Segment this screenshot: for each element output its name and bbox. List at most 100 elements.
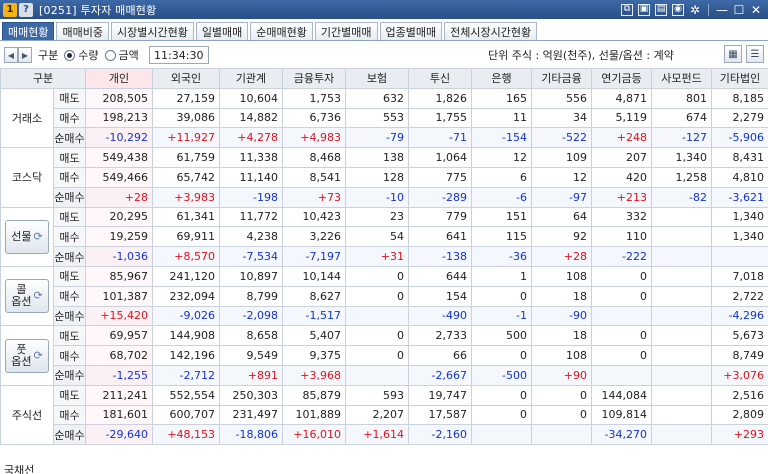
radio-amount[interactable]: 금액 — [104, 47, 139, 63]
group-label-4[interactable]: 풋 옵션 ⟳ — [0, 325, 54, 386]
list-view-icon[interactable]: ☰ — [746, 45, 764, 63]
tab-3[interactable]: 일별매매 — [195, 22, 249, 40]
column-header-9[interactable]: 연기금등 — [591, 68, 652, 89]
column-header-3[interactable]: 기관계 — [219, 68, 283, 89]
table-cell: 181,601 — [85, 404, 153, 426]
column-header-11[interactable]: 기타법인 — [711, 68, 768, 89]
maximize-button[interactable]: ☐ — [733, 4, 745, 16]
group-button-3[interactable]: 콜 옵션 ⟳ — [5, 279, 49, 314]
table-cell: 0 — [345, 345, 409, 366]
time-field[interactable]: 11:34:30 — [148, 46, 209, 64]
radio-amount-dot[interactable] — [104, 49, 116, 61]
table-cell — [345, 305, 409, 327]
table-cell: 8,749 — [711, 345, 768, 366]
row-label-net: 순매수 — [53, 186, 86, 208]
table-cell: 0 — [471, 345, 532, 366]
table-cell: +16,010 — [282, 424, 346, 446]
column-header-2[interactable]: 외국인 — [152, 68, 220, 89]
table-cell: +90 — [531, 364, 592, 386]
tab-2[interactable]: 시장별시간현황 — [110, 22, 194, 40]
column-header-7[interactable]: 은행 — [471, 68, 532, 89]
radio-amount-label: 금액 — [118, 49, 139, 62]
link-icon[interactable]: ⧉ — [621, 3, 633, 16]
next-arrow-button[interactable]: ▶ — [18, 47, 32, 63]
screen-number-badge[interactable]: 1 — [3, 2, 17, 17]
tab-7[interactable]: 전체시장시간현황 — [444, 22, 538, 40]
radio-quantity-dot[interactable] — [64, 49, 76, 61]
tab-6[interactable]: 업종별매매 — [379, 22, 443, 40]
table-cell: 549,438 — [85, 147, 153, 168]
table-cell: -1 — [471, 305, 532, 327]
table-cell: 27,159 — [152, 87, 220, 109]
table-cell — [651, 404, 712, 426]
table-row: 순매수 +28 +3,983 -198 +73 -10 -289 -6 -97 +213 -82 -3… — [1, 186, 768, 208]
copy-icon[interactable]: ▣ — [638, 3, 650, 16]
minimize-button[interactable]: — — [716, 4, 728, 16]
table-cell: 7,018 — [711, 265, 768, 287]
table-cell: 138 — [345, 147, 409, 168]
table-cell: 0 — [471, 404, 532, 426]
table-cell: +213 — [591, 186, 652, 208]
settings-gear-icon[interactable]: ✲ — [689, 4, 701, 16]
column-header-8[interactable]: 기타금융 — [531, 68, 592, 89]
table-cell: -198 — [219, 186, 283, 208]
refresh-icon: ⟳ — [33, 229, 43, 243]
close-button[interactable]: ✕ — [750, 4, 762, 16]
row-label-sell: 매도 — [53, 206, 86, 228]
column-header-1[interactable]: 개인 — [85, 68, 153, 89]
prev-arrow-button[interactable]: ◀ — [4, 47, 18, 63]
table-cell: -154 — [471, 127, 532, 149]
camera-icon[interactable]: ◉ — [672, 3, 684, 16]
tab-4[interactable]: 순매매현황 — [250, 22, 313, 40]
table-cell: 8,627 — [282, 285, 346, 307]
column-header-0[interactable]: 구분 — [0, 68, 86, 89]
tab-5[interactable]: 기간별매매 — [314, 22, 378, 40]
table-cell: 6 — [471, 166, 532, 188]
row-label-buy: 매수 — [53, 404, 86, 426]
table-cell: 250,303 — [219, 384, 283, 406]
table-cell: -71 — [408, 127, 472, 149]
tab-0[interactable]: 매매현황 — [2, 22, 55, 40]
table-cell: -5,906 — [711, 127, 768, 149]
table-cell: +15,420 — [85, 305, 153, 327]
group-button-label: 풋 옵션 — [11, 343, 31, 368]
group-button-2[interactable]: 선물 ⟳ — [5, 219, 49, 254]
table-cell: 211,241 — [85, 384, 153, 406]
table-cell: 1,826 — [408, 87, 472, 109]
table-cell: 1,340 — [651, 147, 712, 168]
group-button-label: 선물 — [11, 229, 32, 243]
column-header-5[interactable]: 보험 — [345, 68, 409, 89]
table-cell — [651, 384, 712, 406]
table-cell: 231,497 — [219, 404, 283, 426]
group-label-3[interactable]: 콜 옵션 ⟳ — [0, 265, 54, 327]
table-cell: +248 — [591, 127, 652, 149]
table-cell: -36 — [471, 246, 532, 267]
table-cell: 241,120 — [152, 265, 220, 287]
table-cell — [651, 265, 712, 287]
table-cell: 65,742 — [152, 166, 220, 188]
table-row: 매수 549,466 65,742 11,140 8,541 128 775 6 12 420 1,… — [1, 166, 768, 188]
print-icon[interactable]: ▤ — [655, 3, 667, 16]
tab-1[interactable]: 매매비중 — [56, 22, 109, 40]
column-header-4[interactable]: 금융투자 — [282, 68, 346, 89]
group-button-4[interactable]: 풋 옵션 ⟳ — [5, 338, 49, 373]
column-header-6[interactable]: 투신 — [408, 68, 472, 89]
group-label-5: 주식선 — [0, 384, 54, 446]
column-header-10[interactable]: 사모펀드 — [651, 68, 712, 89]
table-cell: 10,604 — [219, 87, 283, 109]
group-label-2[interactable]: 선물 ⟳ — [0, 206, 54, 267]
table-cell — [531, 424, 592, 446]
table-cell: 108 — [531, 345, 592, 366]
table-cell: 14,882 — [219, 107, 283, 129]
table-cell: -6 — [471, 186, 532, 208]
table-cell: -18,806 — [219, 424, 283, 446]
radio-quantity[interactable]: 수량 — [64, 47, 99, 63]
table-view-icon[interactable]: ▦ — [724, 45, 742, 63]
table-cell — [591, 364, 652, 386]
table-cell: 0 — [531, 404, 592, 426]
help-icon[interactable]: ? — [19, 2, 33, 17]
table-cell: +28 — [85, 186, 153, 208]
table-cell: -9,026 — [152, 305, 220, 327]
table-cell: 12 — [531, 166, 592, 188]
table-cell: 8,799 — [219, 285, 283, 307]
